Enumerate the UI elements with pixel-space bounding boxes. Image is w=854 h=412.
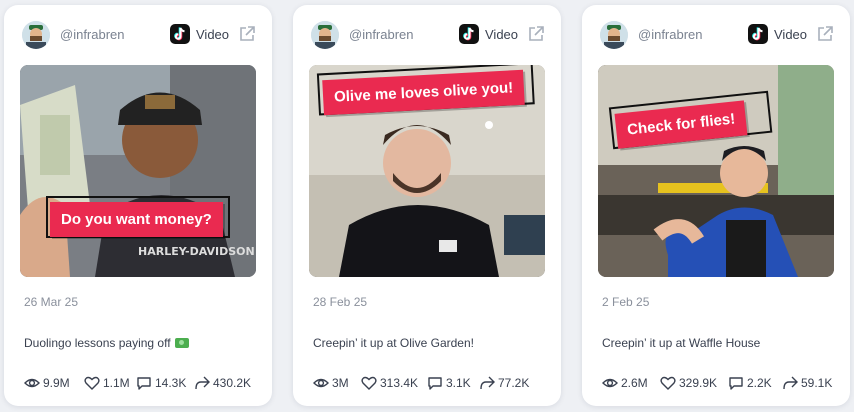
shares-stat: 59.1K [782, 374, 832, 392]
views-stat: 2.6M [602, 374, 648, 392]
external-link-icon[interactable] [527, 25, 545, 43]
share-icon [783, 376, 798, 390]
post-date: 2 Feb 25 [602, 295, 650, 309]
avatar[interactable] [600, 21, 628, 49]
comments-count: 3.1K [446, 376, 471, 390]
shares-stat: 77.2K [479, 374, 529, 392]
share-icon [480, 376, 495, 390]
video-thumbnail[interactable]: Olive me loves olive you! [309, 65, 545, 277]
likes-stat: 329.9K [660, 374, 717, 392]
likes-stat: 1.1M [84, 374, 130, 392]
eye-icon [24, 378, 40, 388]
post-card[interactable]: @infrabren Video Check for flies! 2 Feb … [582, 5, 850, 406]
eye-icon [602, 378, 618, 388]
likes-stat: 313.4K [361, 374, 418, 392]
account-handle[interactable]: @infrabren [638, 27, 703, 42]
views-count: 2.6M [621, 376, 648, 390]
comment-icon [729, 377, 743, 390]
caption-overlay: Do you want money? [50, 202, 223, 237]
external-link-icon[interactable] [816, 25, 834, 43]
comments-stat: 3.1K [427, 374, 471, 392]
heart-icon [84, 376, 100, 390]
comments-count: 2.2K [747, 376, 772, 390]
shares-count: 59.1K [801, 376, 833, 390]
comment-icon [428, 377, 442, 390]
external-link-icon[interactable] [238, 25, 256, 43]
share-icon [195, 376, 210, 390]
likes-count: 313.4K [380, 376, 419, 390]
avatar[interactable] [311, 21, 339, 49]
eye-icon [313, 378, 329, 388]
stats-row: 2.6M 329.9K 2.2K 59.1K [602, 374, 842, 392]
likes-count: 1.1M [103, 376, 130, 390]
comments-stat: 2.2K [728, 374, 772, 392]
shares-count: 77.2K [498, 376, 530, 390]
card-header: @infrabren Video [4, 5, 272, 63]
post-title: Creepin’ it up at Olive Garden! [313, 336, 474, 350]
money-emoji-icon [174, 338, 189, 348]
comments-count: 14.3K [155, 376, 187, 390]
post-cards-row: @infrabren Video HARLEY-DAVIDSON Do you … [0, 0, 854, 412]
account-handle[interactable]: @infrabren [349, 27, 414, 42]
platform-label: Video [196, 27, 230, 42]
stats-row: 9.9M 1.1M 14.3K 430.2K [24, 374, 264, 392]
heart-icon [660, 376, 676, 390]
post-title: Creepin’ it up at Waffle House [602, 336, 761, 350]
tiktok-icon [170, 24, 190, 44]
shares-stat: 430.2K [194, 374, 251, 392]
post-date: 26 Mar 25 [24, 295, 79, 309]
comments-stat: 14.3K [136, 374, 186, 392]
video-thumbnail[interactable]: HARLEY-DAVIDSON Do you want money? [20, 65, 256, 277]
views-stat: 3M [313, 374, 349, 392]
video-thumbnail[interactable]: Check for flies! [598, 65, 834, 277]
shares-count: 430.2K [213, 376, 252, 390]
avatar[interactable] [22, 21, 50, 49]
views-count: 3M [332, 376, 349, 390]
card-header: @infrabren Video [582, 5, 850, 63]
views-stat: 9.9M [24, 374, 70, 392]
post-card[interactable]: @infrabren Video Olive me loves olive yo… [293, 5, 561, 406]
likes-count: 329.9K [679, 376, 718, 390]
stats-row: 3M 313.4K 3.1K 77.2K [313, 374, 553, 392]
tiktok-icon [748, 24, 768, 44]
platform-label: Video [774, 27, 808, 42]
platform-label: Video [485, 27, 519, 42]
comment-icon [137, 377, 151, 390]
card-header: @infrabren Video [293, 5, 561, 63]
post-date: 28 Feb 25 [313, 295, 368, 309]
tiktok-icon [459, 24, 479, 44]
views-count: 9.9M [43, 376, 70, 390]
post-title-text: Duolingo lessons paying off [24, 336, 171, 350]
account-handle[interactable]: @infrabren [60, 27, 125, 42]
post-title: Duolingo lessons paying off [24, 336, 189, 350]
heart-icon [361, 376, 377, 390]
svg-text:HARLEY-DAVIDSON: HARLEY-DAVIDSON [138, 245, 255, 258]
post-card[interactable]: @infrabren Video HARLEY-DAVIDSON Do you … [4, 5, 272, 406]
